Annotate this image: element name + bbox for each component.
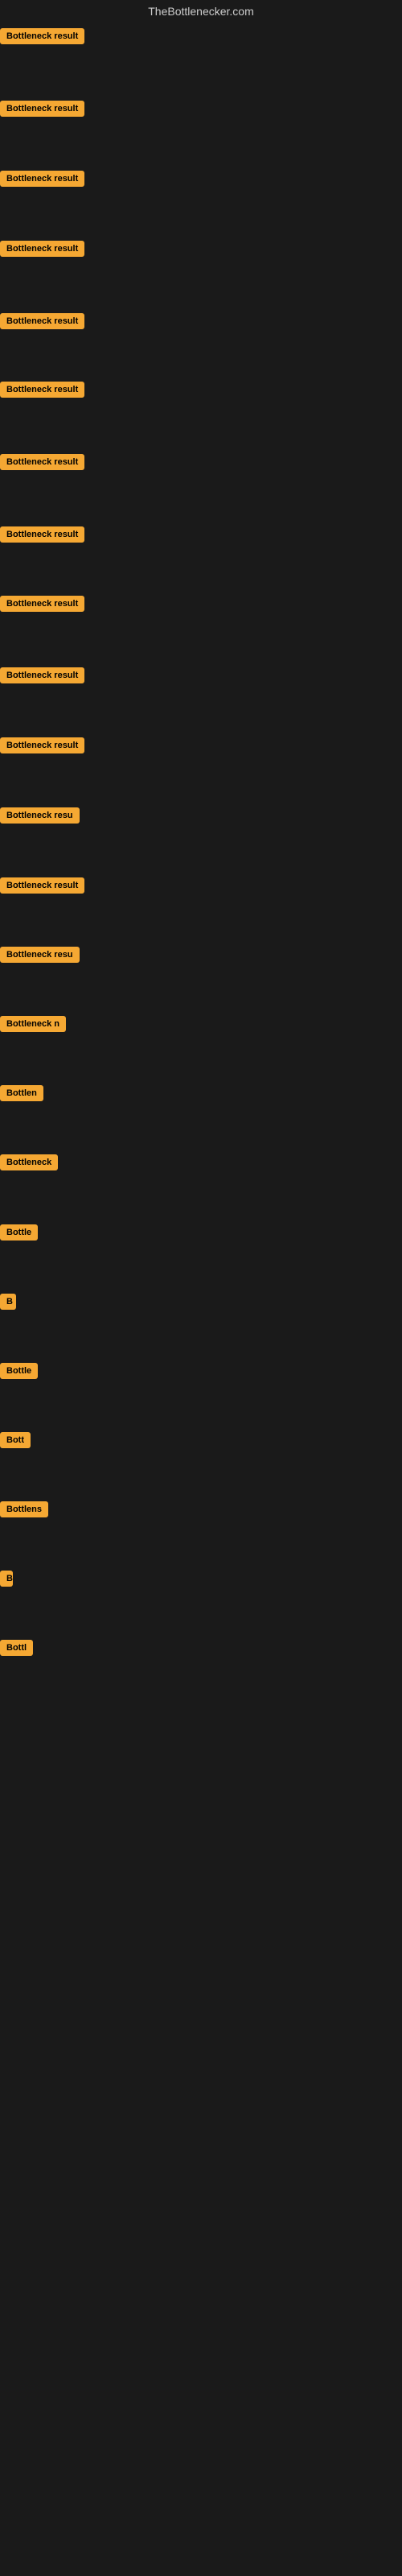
bottleneck-badge-5: Bottleneck result bbox=[0, 313, 84, 329]
bottleneck-badge-21: Bott bbox=[0, 1432, 31, 1448]
bottleneck-badge-1: Bottleneck result bbox=[0, 28, 84, 44]
bottleneck-item-13: Bottleneck result bbox=[0, 877, 84, 898]
bottleneck-item-14: Bottleneck resu bbox=[0, 947, 80, 967]
bottleneck-item-4: Bottleneck result bbox=[0, 241, 84, 261]
bottleneck-item-24: Bottl bbox=[0, 1640, 33, 1660]
bottleneck-item-23: B bbox=[0, 1571, 13, 1591]
bottleneck-badge-23: B bbox=[0, 1571, 13, 1587]
bottleneck-badge-2: Bottleneck result bbox=[0, 101, 84, 117]
bottleneck-badge-16: Bottlen bbox=[0, 1085, 43, 1101]
bottleneck-item-18: Bottle bbox=[0, 1224, 38, 1245]
bottleneck-badge-13: Bottleneck result bbox=[0, 877, 84, 894]
bottleneck-item-16: Bottlen bbox=[0, 1085, 43, 1105]
bottleneck-item-12: Bottleneck resu bbox=[0, 807, 80, 828]
bottleneck-badge-6: Bottleneck result bbox=[0, 382, 84, 398]
bottleneck-item-20: Bottle bbox=[0, 1363, 38, 1383]
site-title: TheBottlenecker.com bbox=[0, 0, 402, 23]
items-container: Bottleneck result Bottleneck result Bottle… bbox=[0, 23, 402, 1794]
bottleneck-badge-17: Bottleneck bbox=[0, 1154, 58, 1170]
bottleneck-badge-20: Bottle bbox=[0, 1363, 38, 1379]
bottleneck-badge-14: Bottleneck resu bbox=[0, 947, 80, 963]
bottleneck-badge-9: Bottleneck result bbox=[0, 596, 84, 612]
bottleneck-item-3: Bottleneck result bbox=[0, 171, 84, 191]
bottleneck-badge-10: Bottleneck result bbox=[0, 667, 84, 683]
bottleneck-item-6: Bottleneck result bbox=[0, 382, 84, 402]
bottleneck-item-2: Bottleneck result bbox=[0, 101, 84, 121]
bottleneck-badge-7: Bottleneck result bbox=[0, 454, 84, 470]
bottleneck-item-1: Bottleneck result bbox=[0, 28, 84, 48]
bottleneck-badge-11: Bottleneck result bbox=[0, 737, 84, 753]
bottleneck-item-11: Bottleneck result bbox=[0, 737, 84, 758]
bottleneck-item-5: Bottleneck result bbox=[0, 313, 84, 333]
bottleneck-badge-19: B bbox=[0, 1294, 16, 1310]
bottleneck-item-8: Bottleneck result bbox=[0, 526, 84, 547]
bottleneck-item-15: Bottleneck n bbox=[0, 1016, 66, 1036]
bottleneck-badge-18: Bottle bbox=[0, 1224, 38, 1241]
bottleneck-badge-24: Bottl bbox=[0, 1640, 33, 1656]
bottleneck-badge-3: Bottleneck result bbox=[0, 171, 84, 187]
bottleneck-badge-4: Bottleneck result bbox=[0, 241, 84, 257]
bottleneck-badge-8: Bottleneck result bbox=[0, 526, 84, 543]
bottleneck-badge-12: Bottleneck resu bbox=[0, 807, 80, 824]
bottleneck-item-19: B bbox=[0, 1294, 16, 1314]
bottleneck-item-22: Bottlens bbox=[0, 1501, 48, 1521]
bottleneck-badge-15: Bottleneck n bbox=[0, 1016, 66, 1032]
bottleneck-badge-22: Bottlens bbox=[0, 1501, 48, 1517]
bottleneck-item-9: Bottleneck result bbox=[0, 596, 84, 616]
bottleneck-item-21: Bott bbox=[0, 1432, 31, 1452]
bottleneck-item-7: Bottleneck result bbox=[0, 454, 84, 474]
bottleneck-item-17: Bottleneck bbox=[0, 1154, 58, 1174]
bottleneck-item-10: Bottleneck result bbox=[0, 667, 84, 687]
